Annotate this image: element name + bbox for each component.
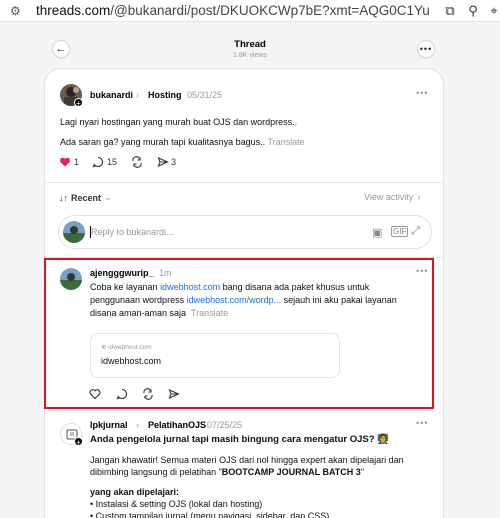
reply-text-line1: Coba ke layanan idwebhost.com bang disan…	[90, 282, 370, 292]
sort-label: Recent	[71, 192, 102, 203]
post-more-icon[interactable]: •••	[416, 88, 428, 98]
comment-icon	[116, 388, 128, 400]
image-icon[interactable]: ▣	[372, 226, 382, 239]
reply-button[interactable]	[116, 388, 128, 400]
avatar	[63, 221, 85, 243]
translate-link[interactable]: Translate	[267, 137, 304, 147]
share-button[interactable]: 3	[157, 156, 176, 168]
person-emoji-icon: 👩‍🏫	[377, 434, 390, 445]
bullet-2: • Custom tampilan jurnal (menu navigasi,…	[90, 511, 330, 518]
sort-dropdown[interactable]: ↓↑ Recent ⌄	[59, 192, 112, 203]
post-topic[interactable]: Hosting	[148, 90, 182, 100]
url-host: threads.com	[36, 3, 111, 18]
heart-icon	[89, 389, 101, 400]
post-username[interactable]: bukanardi	[90, 90, 133, 100]
site-settings-icon[interactable]: ⚙	[10, 4, 24, 18]
chevron-down-icon: ⌄	[104, 192, 112, 202]
link-preview-domain: ⊕ idwebhost.com	[101, 344, 152, 351]
post-date[interactable]: 05/31/25	[187, 90, 222, 100]
chevron-right-icon: ›	[136, 90, 139, 100]
post-more-icon[interactable]: •••	[416, 418, 428, 428]
post-topic[interactable]: PelatihanOJS	[148, 420, 206, 430]
link-preview-card[interactable]: ⊕ idwebhost.com idwebhost.com	[90, 333, 340, 378]
reply-link-1[interactable]: idwebhost.com	[160, 282, 220, 292]
reply-username[interactable]: ajengggwurip_	[90, 268, 154, 278]
share-button[interactable]	[168, 388, 180, 400]
send-icon	[168, 388, 180, 400]
reply-count: 15	[107, 157, 118, 167]
post-headline: Anda pengelola jurnal tapi masih bingung…	[90, 434, 390, 445]
reply-composer[interactable]: Reply to bukanardi... ▣ GIF ⤢	[58, 215, 432, 249]
repost-button[interactable]	[131, 156, 143, 168]
pin-icon[interactable]: ⌖	[488, 4, 500, 18]
more-options-button[interactable]: •••	[417, 40, 435, 58]
avatar[interactable]	[60, 268, 82, 290]
link-preview-title: idwebhost.com	[101, 356, 162, 366]
send-icon	[157, 156, 169, 168]
chevron-right-icon: ›	[417, 192, 421, 202]
thread-header: ← Thread 1.8K views •••	[0, 22, 500, 68]
translate-link[interactable]: Translate	[191, 308, 228, 318]
reply-text-line3: disana aman-aman saja Translate	[90, 308, 229, 318]
like-button[interactable]	[89, 388, 101, 400]
view-activity-link[interactable]: View activity ›	[364, 192, 420, 202]
globe-icon: ⊕	[101, 344, 107, 351]
url-path: /@bukanardi/post/DKUOKCWp7bE?xmt=AQG0C1Y…	[110, 3, 429, 18]
install-app-icon[interactable]: ⧉	[443, 4, 457, 18]
repost-icon	[143, 388, 153, 400]
heart-icon	[60, 157, 70, 167]
reply-text-line2: penggunaan wordpress idwebhost.com/wordp…	[90, 295, 397, 305]
divider	[44, 182, 444, 183]
zoom-icon[interactable]: ⚲	[466, 4, 480, 18]
comment-icon	[92, 156, 104, 168]
reply-time[interactable]: 1m	[159, 268, 172, 278]
follow-plus-icon[interactable]: +	[74, 437, 83, 447]
more-icon: •••	[419, 44, 433, 54]
url-text[interactable]: threads.com/@bukanardi/post/DKUOKCWp7bE?…	[36, 3, 429, 18]
post-text-line2: Ada saran ga? yang murah tapi kualitasny…	[60, 137, 305, 147]
view-activity-label: View activity	[364, 192, 414, 202]
share-count: 3	[171, 157, 177, 167]
address-bar[interactable]: ⚙ threads.com/@bukanardi/post/DKUOKCWp7b…	[0, 0, 500, 22]
post-username[interactable]: lpkjurnal	[90, 420, 128, 430]
like-count: 1	[74, 157, 80, 167]
repost-icon	[132, 156, 142, 168]
reply-more-icon[interactable]: •••	[416, 266, 428, 276]
post-date[interactable]: 07/25/25	[207, 420, 242, 430]
post-text-line1: Lagi nyari hostingan yang murah buat OJS…	[60, 117, 298, 127]
post-paragraph-line2: dibimbing langsung di pelatihan "BOOTCAM…	[90, 467, 365, 477]
reply-link-2[interactable]: idwebhost.com/wordp...	[187, 295, 282, 305]
chevron-right-icon: ›	[136, 420, 139, 430]
reply-button[interactable]: 15	[92, 156, 117, 168]
gif-icon[interactable]: GIF	[391, 226, 409, 237]
expand-icon[interactable]: ⤢	[411, 225, 420, 238]
sort-icon: ↓↑	[59, 192, 68, 203]
reply-input[interactable]: Reply to bukanardi...	[91, 227, 174, 237]
repost-button[interactable]	[142, 388, 154, 400]
like-button[interactable]: 1	[59, 156, 79, 168]
follow-plus-icon[interactable]: +	[74, 98, 83, 108]
